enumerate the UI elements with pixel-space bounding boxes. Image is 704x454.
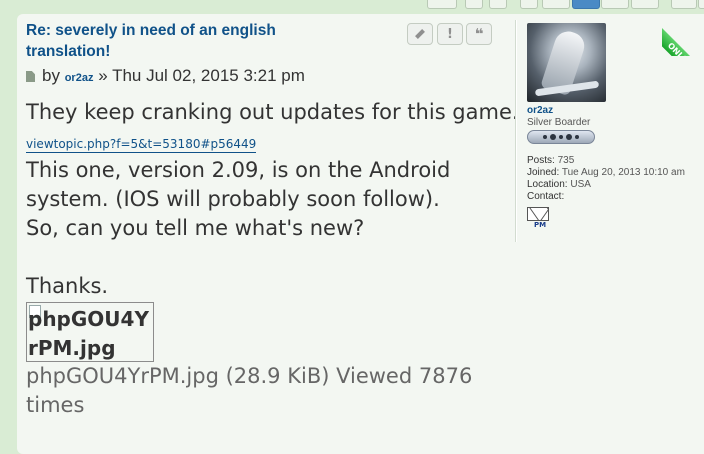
edit-button[interactable] — [407, 23, 433, 45]
by-label: by — [42, 66, 60, 85]
pagination-next-button[interactable] — [671, 0, 697, 9]
profile-contact: Contact: — [527, 191, 564, 202]
pagination-page-button[interactable] — [542, 0, 570, 9]
posts-label: Posts: — [527, 155, 555, 166]
avatar[interactable] — [527, 23, 606, 102]
profile-username[interactable]: or2az — [527, 105, 553, 116]
pagination-page-button[interactable] — [631, 0, 659, 9]
quote-icon: ❝ — [474, 25, 484, 43]
pm-label: PM — [534, 221, 547, 229]
pm-icon[interactable]: PM — [527, 207, 551, 231]
post-line-5: Thanks. — [26, 274, 109, 298]
profile-rank: Silver Boarder — [527, 117, 591, 128]
post-line-4: So, can you tell me what's new? — [26, 216, 365, 240]
post-line-3: system. (IOS will probably soon follow). — [26, 187, 440, 211]
posts-count[interactable]: 735 — [558, 155, 575, 166]
online-ribbon: ONLINE — [662, 14, 704, 56]
attached-image-broken[interactable]: phpGOU4YrPM.jpg — [26, 302, 154, 362]
post-link[interactable]: viewtopic.php?f=5&t=53180#p56449 — [26, 137, 257, 153]
post-line-1: They keep cranking out updates for this … — [26, 100, 519, 124]
pagination-strip — [0, 0, 704, 12]
profile-posts: Posts: 735 — [527, 155, 574, 166]
contact-label: Contact: — [527, 191, 565, 202]
location-value: USA — [570, 179, 591, 190]
pagination-page-button[interactable] — [489, 0, 507, 9]
attached-image-alt: phpGOU4YrPM.jpg — [28, 307, 149, 360]
pagination-last-button[interactable] — [698, 0, 704, 9]
joined-date: Tue Aug 20, 2013 10:10 am — [561, 167, 685, 178]
pagination-current-page[interactable] — [572, 0, 600, 9]
report-button[interactable]: ! — [437, 23, 463, 45]
pagination-page-button[interactable] — [520, 0, 538, 9]
profile-joined: Joined: Tue Aug 20, 2013 10:10 am — [527, 167, 685, 178]
rank-badge-icon — [527, 130, 595, 144]
post-line-2: This one, version 2.09, is on the Androi… — [26, 158, 451, 182]
quote-button[interactable]: ❝ — [466, 23, 492, 45]
post-author-link[interactable]: or2az — [65, 72, 94, 84]
pagination-page-button[interactable] — [465, 0, 483, 9]
profile-location: Location: USA — [527, 179, 591, 190]
pagination-prev-button[interactable] — [427, 0, 457, 9]
post-date: Thu Jul 02, 2015 3:21 pm — [112, 66, 305, 85]
post-icon[interactable] — [26, 71, 35, 82]
post-title[interactable]: Re: severely in need of an english trans… — [26, 20, 326, 62]
location-label: Location: — [527, 179, 568, 190]
online-label: ONLINE — [662, 24, 704, 56]
joined-label: Joined: — [527, 167, 560, 178]
byline-separator: » — [98, 66, 108, 85]
attachment-caption: phpGOU4YrPM.jpg (28.9 KiB) Viewed 7876 t… — [26, 364, 473, 417]
post-byline: by or2az » Thu Jul 02, 2015 3:21 pm — [26, 66, 305, 86]
pagination-page-button[interactable] — [601, 0, 629, 9]
pencil-icon — [415, 29, 425, 39]
exclamation-icon: ! — [447, 26, 453, 42]
